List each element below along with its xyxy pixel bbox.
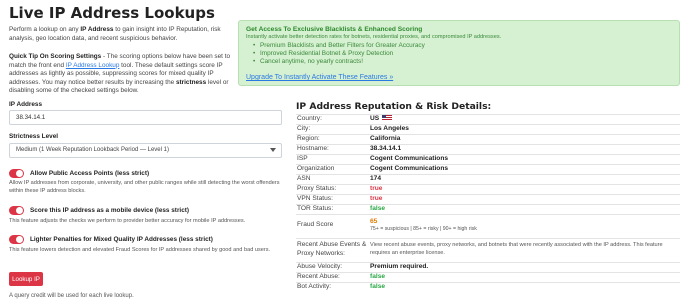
page-title: Live IP Address Lookups	[9, 4, 215, 22]
table-row: ASN 174	[296, 174, 680, 184]
table-row: Organization Cogent Communications	[296, 164, 680, 174]
table-row: Recent Abuse Events & Proxy Networks: Vi…	[296, 238, 680, 262]
reputation-table: Country: US City: Los Angeles Region: Ca…	[296, 114, 680, 292]
tip-label: Quick Tip On Scoring Settings	[9, 53, 102, 60]
strictness-selected-value: Medium (1 Week Reputation Lookback Perio…	[16, 147, 169, 153]
credit-note: A query credit will be used for each liv…	[9, 293, 134, 299]
mobile-device-toggle[interactable]	[9, 206, 24, 215]
table-row: Bot Activity: false	[296, 282, 680, 292]
proxy-status-value: true	[370, 185, 383, 192]
public-access-toggle[interactable]	[9, 169, 24, 178]
intro-paragraph: Perform a lookup on any IP Address to ga…	[9, 26, 221, 42]
mixed-quality-option-title: Lighter Penalties for Mixed Quality IP A…	[30, 236, 213, 243]
table-row: Proxy Status: true	[296, 184, 680, 194]
chevron-down-icon	[270, 148, 276, 152]
table-row: ISP Cogent Communications	[296, 154, 680, 164]
upgrade-promo-box: Get Access To Exclusive Blacklists & Enh…	[238, 20, 680, 86]
reputation-title: IP Address Reputation & Risk Details:	[296, 101, 492, 112]
table-row: Hostname: 38.34.14.1	[296, 144, 680, 154]
ip-address-input[interactable]	[9, 110, 282, 125]
lookup-ip-button[interactable]: Lookup IP	[9, 272, 43, 286]
vpn-status-value: true	[370, 195, 383, 202]
promo-feature-item: Cancel anytime, no yearly contracts!	[253, 58, 672, 66]
mixed-quality-option-desc: This feature lowers detection and elevat…	[9, 247, 271, 253]
table-row: TOR Status: false	[296, 204, 680, 214]
strictness-label: Strictness Level	[9, 133, 59, 140]
mobile-device-option-title: Score this IP address as a mobile device…	[30, 207, 190, 214]
mixed-quality-toggle[interactable]	[9, 235, 24, 244]
table-row: VPN Status: true	[296, 194, 680, 204]
ip-address-label: IP Address	[9, 101, 43, 108]
table-row: Region: California	[296, 134, 680, 144]
intro-emphasis: IP Address	[80, 26, 114, 33]
promo-feature-item: Improved Residential Botnet & Proxy Dete…	[253, 50, 672, 58]
table-row: Abuse Velocity: Premium required.	[296, 262, 680, 272]
table-row: Fraud Score 65 75+ = suspicious | 85+ = …	[296, 214, 680, 238]
promo-subtitle: Instantly activate better detection rate…	[246, 34, 502, 40]
strictness-select[interactable]: Medium (1 Week Reputation Lookback Perio…	[9, 143, 282, 158]
recent-abuse-value: false	[370, 273, 386, 280]
promo-feature-list: Premium Blacklists and Better Filters fo…	[246, 42, 672, 66]
country-value: US	[370, 115, 380, 122]
table-row: City: Los Angeles	[296, 124, 680, 134]
fraud-score-value: 65	[370, 218, 378, 225]
promo-feature-item: Premium Blacklists and Better Filters fo…	[253, 42, 672, 50]
mobile-device-option-desc: This feature adjusts the checks we perfo…	[9, 218, 246, 224]
table-row: Country: US	[296, 114, 680, 124]
upgrade-link[interactable]: Upgrade To Instantly Activate These Feat…	[246, 74, 393, 81]
abuse-events-description: View recent abuse events, proxy networks…	[370, 242, 663, 256]
scoring-tip: Quick Tip On Scoring Settings - The scor…	[9, 53, 231, 95]
public-access-option-title: Allow Public Access Points (less strict)	[30, 170, 150, 177]
public-access-option-desc: Allow IP addresses from corporate, unive…	[9, 180, 280, 195]
table-row: Recent Abuse: false	[296, 272, 680, 282]
bot-activity-value: false	[370, 283, 386, 290]
ip-lookup-link[interactable]: IP Address Lookup	[66, 62, 120, 69]
promo-title: Get Access To Exclusive Blacklists & Enh…	[246, 26, 423, 33]
tor-status-value: false	[370, 205, 386, 212]
fraud-score-legend: 75+ = suspicious | 85+ = risky | 90+ = h…	[370, 226, 477, 232]
us-flag-icon	[382, 115, 393, 121]
